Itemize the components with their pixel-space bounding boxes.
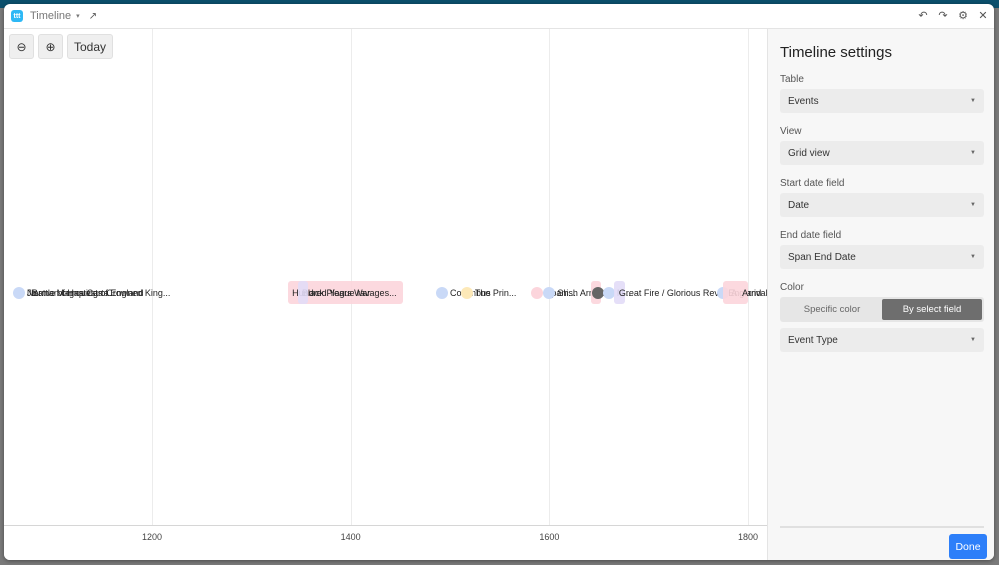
color-mode-toggle: Specific color By select field	[780, 297, 984, 322]
gridline	[350, 29, 352, 525]
view-select-value: Grid view	[788, 147, 830, 159]
event-span[interactable]	[298, 281, 309, 304]
end-date-label: End date field	[780, 230, 842, 241]
settings-title: Timeline settings	[780, 44, 892, 61]
timeline-canvas[interactable]: ⊖ ⊕ Today 1200 1400 1600 1800 Norman conque…	[4, 29, 775, 560]
color-label: Color	[780, 282, 804, 293]
event-track: Norman conquest of England Jo... Battle of…	[4, 281, 775, 305]
event-dot[interactable]	[460, 287, 473, 299]
table-select[interactable]: Events ▼	[780, 89, 984, 113]
zoom-out-icon: ⊖	[16, 39, 27, 54]
chevron-down-icon: ▼	[970, 254, 976, 260]
chevron-down-icon: ▼	[970, 337, 976, 343]
chevron-down-icon: ▼	[970, 150, 976, 156]
axis-tick-label: 1800	[737, 532, 759, 542]
event-label[interactable]: Black Plague ravages...	[302, 287, 397, 299]
chevron-down-icon: ▼	[970, 202, 976, 208]
gridline	[152, 29, 153, 525]
titlebar: ttt Timeline ▾ ↗ ↶ ↷ ⚙ ✕	[4, 4, 994, 29]
end-date-select[interactable]: Span End Date ▼	[780, 245, 984, 269]
chevron-down-icon: ▼	[970, 98, 976, 104]
table-label: Table	[780, 74, 804, 85]
start-date-label: Start date field	[780, 178, 845, 189]
start-date-select[interactable]: Date ▼	[780, 193, 984, 217]
timeline-app-icon: ttt	[11, 10, 23, 22]
view-label: View	[780, 126, 802, 137]
color-field-select-value: Event Type	[788, 334, 838, 346]
axis-tick-label: 1200	[141, 532, 163, 542]
redo-icon[interactable]: ↷	[938, 4, 948, 29]
event-label[interactable]: Sh...	[557, 287, 576, 299]
popout-icon[interactable]: ↗	[89, 11, 97, 22]
close-icon[interactable]: ✕	[978, 4, 988, 29]
table-select-value: Events	[788, 95, 819, 107]
zoom-in-icon: ⊕	[45, 39, 56, 54]
gridline	[549, 29, 551, 525]
specific-color-option[interactable]: Specific color	[782, 299, 882, 320]
timeline-toolbar: ⊖ ⊕ Today	[9, 34, 114, 59]
time-axis	[4, 525, 767, 526]
settings-divider	[780, 526, 984, 528]
gridline	[748, 29, 749, 525]
event-label[interactable]: The Prin...	[475, 287, 517, 299]
start-date-select-value: Date	[788, 199, 810, 211]
event-dot[interactable]	[531, 287, 544, 299]
end-date-select-value: Span End Date	[788, 251, 856, 263]
today-button[interactable]: Today	[67, 34, 114, 59]
event-label[interactable]: Magna Carta	[57, 287, 109, 299]
window-title[interactable]: Timeline	[30, 10, 71, 22]
timeline-settings-panel: Timeline settings Table Events ▼ View Gr…	[767, 29, 994, 560]
event-dot[interactable]	[12, 287, 25, 299]
timeline-window: ttt Timeline ▾ ↗ ↶ ↷ ⚙ ✕ ⊖ ⊕ Today 1200 1…	[4, 4, 994, 560]
event-label[interactable]: Crowned King...	[106, 287, 170, 299]
chevron-down-icon[interactable]: ▾	[76, 12, 80, 20]
color-field-select[interactable]: Event Type ▼	[780, 328, 984, 352]
event-dot[interactable]	[436, 287, 449, 299]
done-button[interactable]: Done	[949, 534, 987, 559]
axis-tick-label: 1600	[539, 532, 560, 542]
zoom-out-button[interactable]: ⊖	[9, 34, 34, 59]
view-select[interactable]: Grid view ▼	[780, 141, 984, 165]
zoom-in-button[interactable]: ⊕	[38, 34, 63, 59]
undo-icon[interactable]: ↶	[918, 4, 928, 29]
by-select-field-option[interactable]: By select field	[882, 299, 982, 320]
gear-icon[interactable]: ⚙	[958, 4, 968, 29]
axis-tick-label: 1400	[340, 532, 361, 542]
